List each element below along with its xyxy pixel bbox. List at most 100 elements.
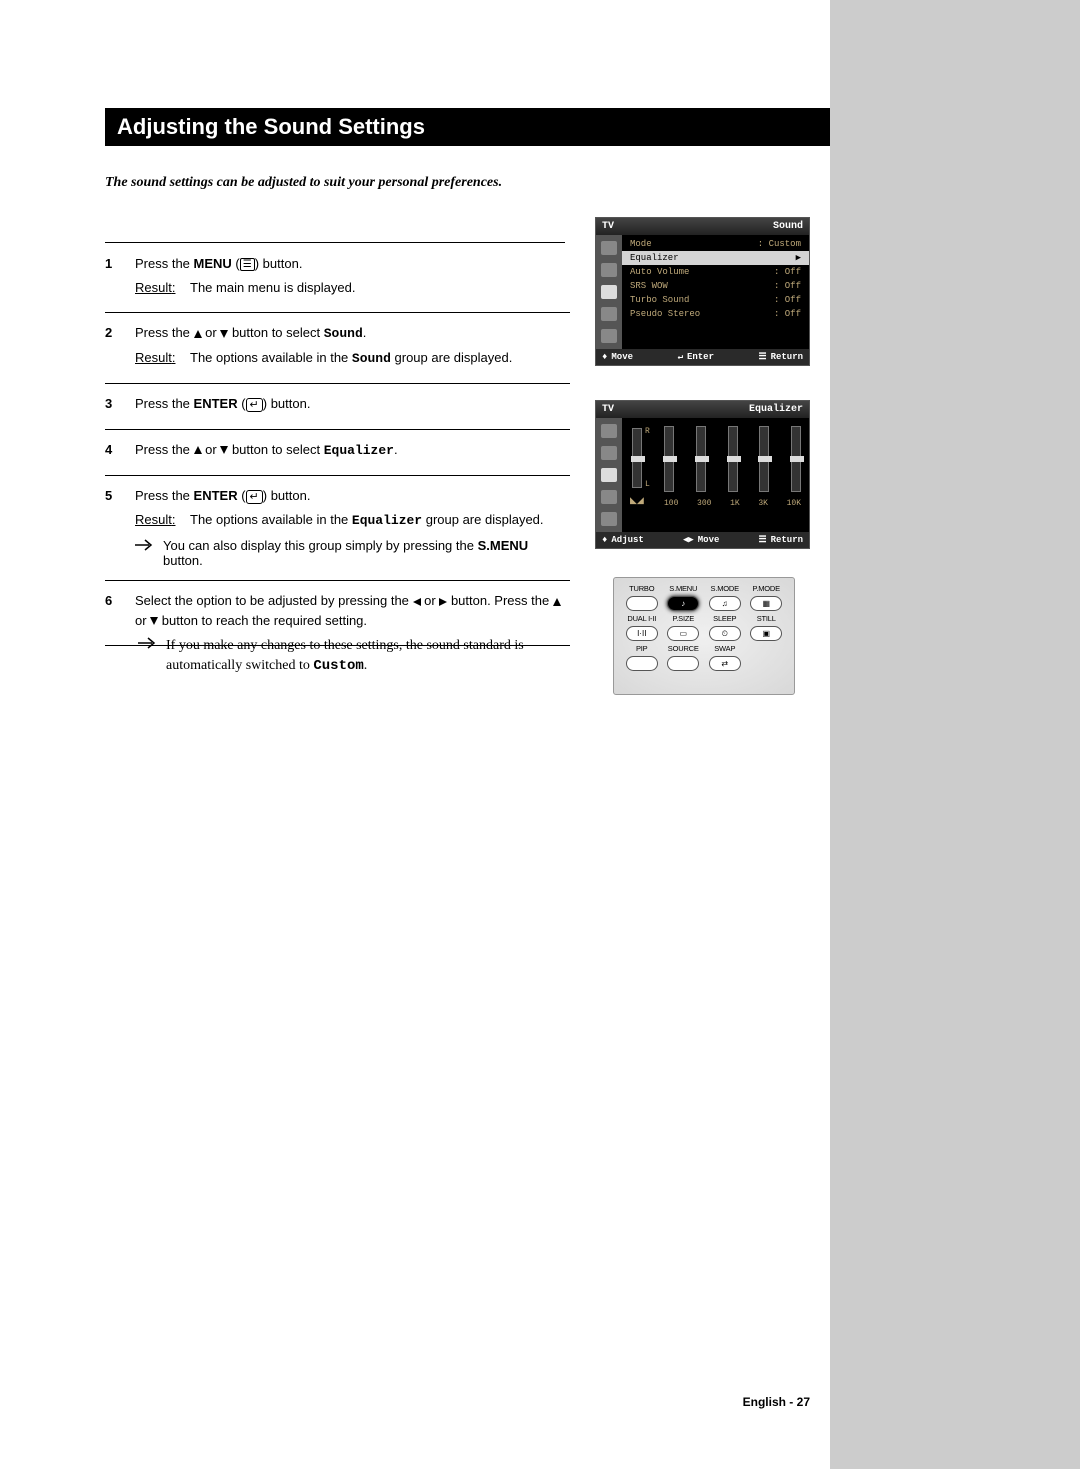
page-title-text: Adjusting the Sound Settings (117, 114, 425, 140)
slider-knob[interactable] (727, 456, 741, 462)
step-body: Press the or button to select Sound. Res… (135, 323, 570, 368)
osd-item-turbo-sound[interactable]: Turbo Sound : Off (622, 293, 809, 307)
osd-item-equalizer[interactable]: Equalizer ▶ (622, 251, 809, 265)
osd-item-value: : Off (774, 295, 801, 305)
remote-sleep-button[interactable]: ⏲ (709, 626, 741, 641)
eq-slider-100[interactable] (664, 426, 674, 492)
manual-page: Adjusting the Sound Settings The sound s… (0, 0, 1080, 1469)
up-icon (194, 446, 202, 454)
step-body: Press the ENTER (↵) button. Result The o… (135, 486, 570, 530)
intro-text: The sound settings can be adjusted to su… (105, 175, 502, 190)
remote-grid: TURBO S.MENU S.MODE P.MODE ♪ ♫ ▦ DUAL I-… (624, 584, 784, 671)
step-text: or (202, 325, 221, 340)
osd-item-mode[interactable]: Mode : Custom (622, 237, 809, 251)
step-body: Press the MENU (☰) button. Result The ma… (135, 254, 570, 297)
note-text-part: button. (163, 553, 203, 568)
osd-foot-return: ☰ Return (759, 352, 803, 362)
remote-smenu-button[interactable]: ♪ (667, 596, 699, 611)
slider-knob[interactable] (758, 456, 772, 462)
osd-item-srs-wow[interactable]: SRS WOW : Off (622, 279, 809, 293)
eq-sliders (664, 426, 801, 492)
remote-label-psize: P.SIZE (666, 614, 702, 623)
osd-foot-return: ☰ Return (759, 535, 803, 545)
remote-smode-button[interactable]: ♫ (709, 596, 741, 611)
step-text: or (202, 442, 221, 457)
osd-item-auto-volume[interactable]: Auto Volume : Off (622, 265, 809, 279)
osd-header: TV Equalizer (596, 401, 809, 418)
freq-label: 3K (758, 499, 768, 508)
osd-sound-menu: TV Sound Mode : Custom Equalizer ▶ (595, 217, 810, 366)
osd-title: Equalizer (749, 404, 803, 415)
result-text-part: group are displayed. (391, 350, 512, 365)
osd-item-label: Pseudo Stereo (630, 309, 700, 319)
balance-slider[interactable] (632, 428, 642, 488)
enter-label: ENTER (194, 488, 238, 503)
equalizer-area: ◣◢ 100 300 1K 3K 10K (622, 418, 809, 510)
remote-still-button[interactable]: ▣ (750, 626, 782, 641)
custom-label: Custom (313, 658, 363, 674)
remote-pmode-button[interactable]: ▦ (750, 596, 782, 611)
menu-label: MENU (194, 256, 232, 271)
foot-label: Move (611, 352, 633, 362)
sound-label: Sound (324, 326, 363, 341)
down-icon (150, 617, 158, 625)
step-text: ) button. (263, 396, 311, 411)
remote-label-still: STILL (749, 614, 785, 623)
osd-equalizer: TV Equalizer ◣◢ (595, 400, 810, 549)
freq-label: 1K (730, 499, 740, 508)
osd-icon-bar (596, 235, 622, 349)
osd-item-label: Mode (630, 239, 652, 249)
foot-label: Return (771, 352, 803, 362)
result-text: The options available in the Sound group… (190, 348, 570, 369)
step-text: Press the (135, 256, 194, 271)
step-text: Press the (135, 442, 194, 457)
remote-dual-button[interactable]: I·II (626, 626, 658, 641)
remote-psize-button[interactable]: ▭ (667, 626, 699, 641)
equalizer-label: Equalizer (324, 443, 394, 458)
step-1: 1 Press the MENU (☰) button. Result The … (105, 254, 570, 313)
step-number: 1 (105, 254, 135, 274)
balance-icon: ◣◢ (630, 495, 644, 506)
eq-slider-1k[interactable] (728, 426, 738, 492)
eq-slider-3k[interactable] (759, 426, 769, 492)
osd-menu-list: Mode : Custom Equalizer ▶ Auto Volume : … (622, 235, 809, 349)
footer-note: If you make any changes to these setting… (138, 636, 568, 676)
result-label: Result (135, 510, 190, 530)
step-5: 5 Press the ENTER (↵) button. Result The… (105, 486, 570, 581)
menu-icon: ☰ (240, 258, 255, 271)
osd-setup-icon (601, 307, 617, 321)
eq-slider-300[interactable] (696, 426, 706, 492)
osd-header: TV Sound (596, 218, 809, 235)
page-footer: English - 27 (743, 1395, 810, 1409)
page-title: Adjusting the Sound Settings (105, 108, 830, 146)
remote-control: TURBO S.MENU S.MODE P.MODE ♪ ♫ ▦ DUAL I-… (613, 577, 795, 695)
osd-body: ◣◢ 100 300 1K 3K 10K (596, 418, 809, 532)
enter-icon: ↵ (246, 490, 263, 504)
step-text: ) button. (255, 256, 303, 271)
remote-swap-button[interactable]: ⇄ (709, 656, 741, 671)
slider-knob[interactable] (695, 456, 709, 462)
osd-item-value: : Off (774, 281, 801, 291)
freq-label: 300 (697, 499, 711, 508)
step-text: or (135, 613, 150, 628)
slider-knob[interactable] (790, 456, 804, 462)
osd-foot-enter: ↵ Enter (678, 352, 714, 362)
osd-item-pseudo-stereo[interactable]: Pseudo Stereo : Off (622, 307, 809, 321)
slider-knob[interactable] (631, 456, 645, 462)
osd-title: Sound (773, 221, 803, 232)
remote-pip-button[interactable] (626, 656, 658, 671)
eq-slider-10k[interactable] (791, 426, 801, 492)
osd-item-label: Equalizer (630, 253, 679, 263)
step-text: button to select (228, 442, 323, 457)
step-text: Select the option to be adjusted by pres… (135, 593, 413, 608)
slider-knob[interactable] (663, 456, 677, 462)
remote-label-smode: S.MODE (707, 584, 743, 593)
remote-turbo-button[interactable] (626, 596, 658, 611)
remote-source-button[interactable] (667, 656, 699, 671)
step-number: 5 (105, 486, 135, 506)
note-text: You can also display this group simply b… (163, 538, 570, 568)
foot-label: Return (771, 535, 803, 545)
osd-item-value: : Custom (758, 239, 801, 249)
left-icon (413, 598, 421, 606)
step-number: 3 (105, 394, 135, 414)
